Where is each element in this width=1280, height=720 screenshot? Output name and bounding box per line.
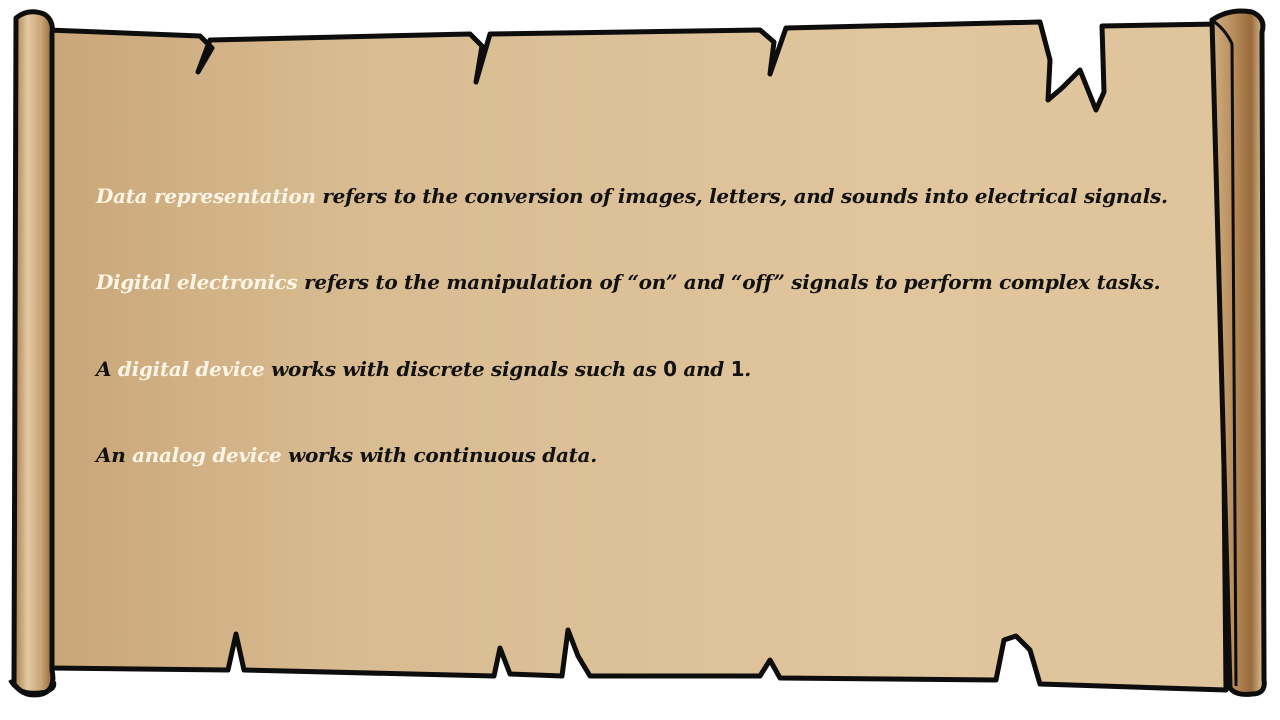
term-digital-device: digital device <box>117 357 265 381</box>
slide: Data representation refers to the conver… <box>0 0 1280 720</box>
definition-text: works with continuous data. <box>281 443 597 467</box>
term-analog-device: analog device <box>132 443 282 467</box>
definition-text: refers to the manipulation of “on” and “… <box>297 270 1161 294</box>
left-roll <box>11 9 56 698</box>
definition-text: refers to the conversion of images, lett… <box>315 184 1168 208</box>
definition-analog-device: An analog device works with continuous d… <box>96 443 597 467</box>
definition-data-representation: Data representation refers to the conver… <box>96 184 1168 208</box>
definition-text: and <box>676 357 731 381</box>
article: An <box>96 443 133 467</box>
term-data-representation: Data representation <box>96 184 316 208</box>
definition-digital-device: A digital device works with discrete sig… <box>96 357 751 381</box>
digit-one: 1 <box>730 357 745 381</box>
definition-text: . <box>744 357 751 381</box>
digit-zero: 0 <box>663 357 677 381</box>
parchment-sheet <box>45 19 1229 693</box>
definition-text: works with discrete signals such as <box>264 357 664 381</box>
article: A <box>96 357 118 381</box>
term-digital-electronics: Digital electronics <box>96 270 298 294</box>
definition-digital-electronics: Digital electronics refers to the manipu… <box>96 270 1161 294</box>
